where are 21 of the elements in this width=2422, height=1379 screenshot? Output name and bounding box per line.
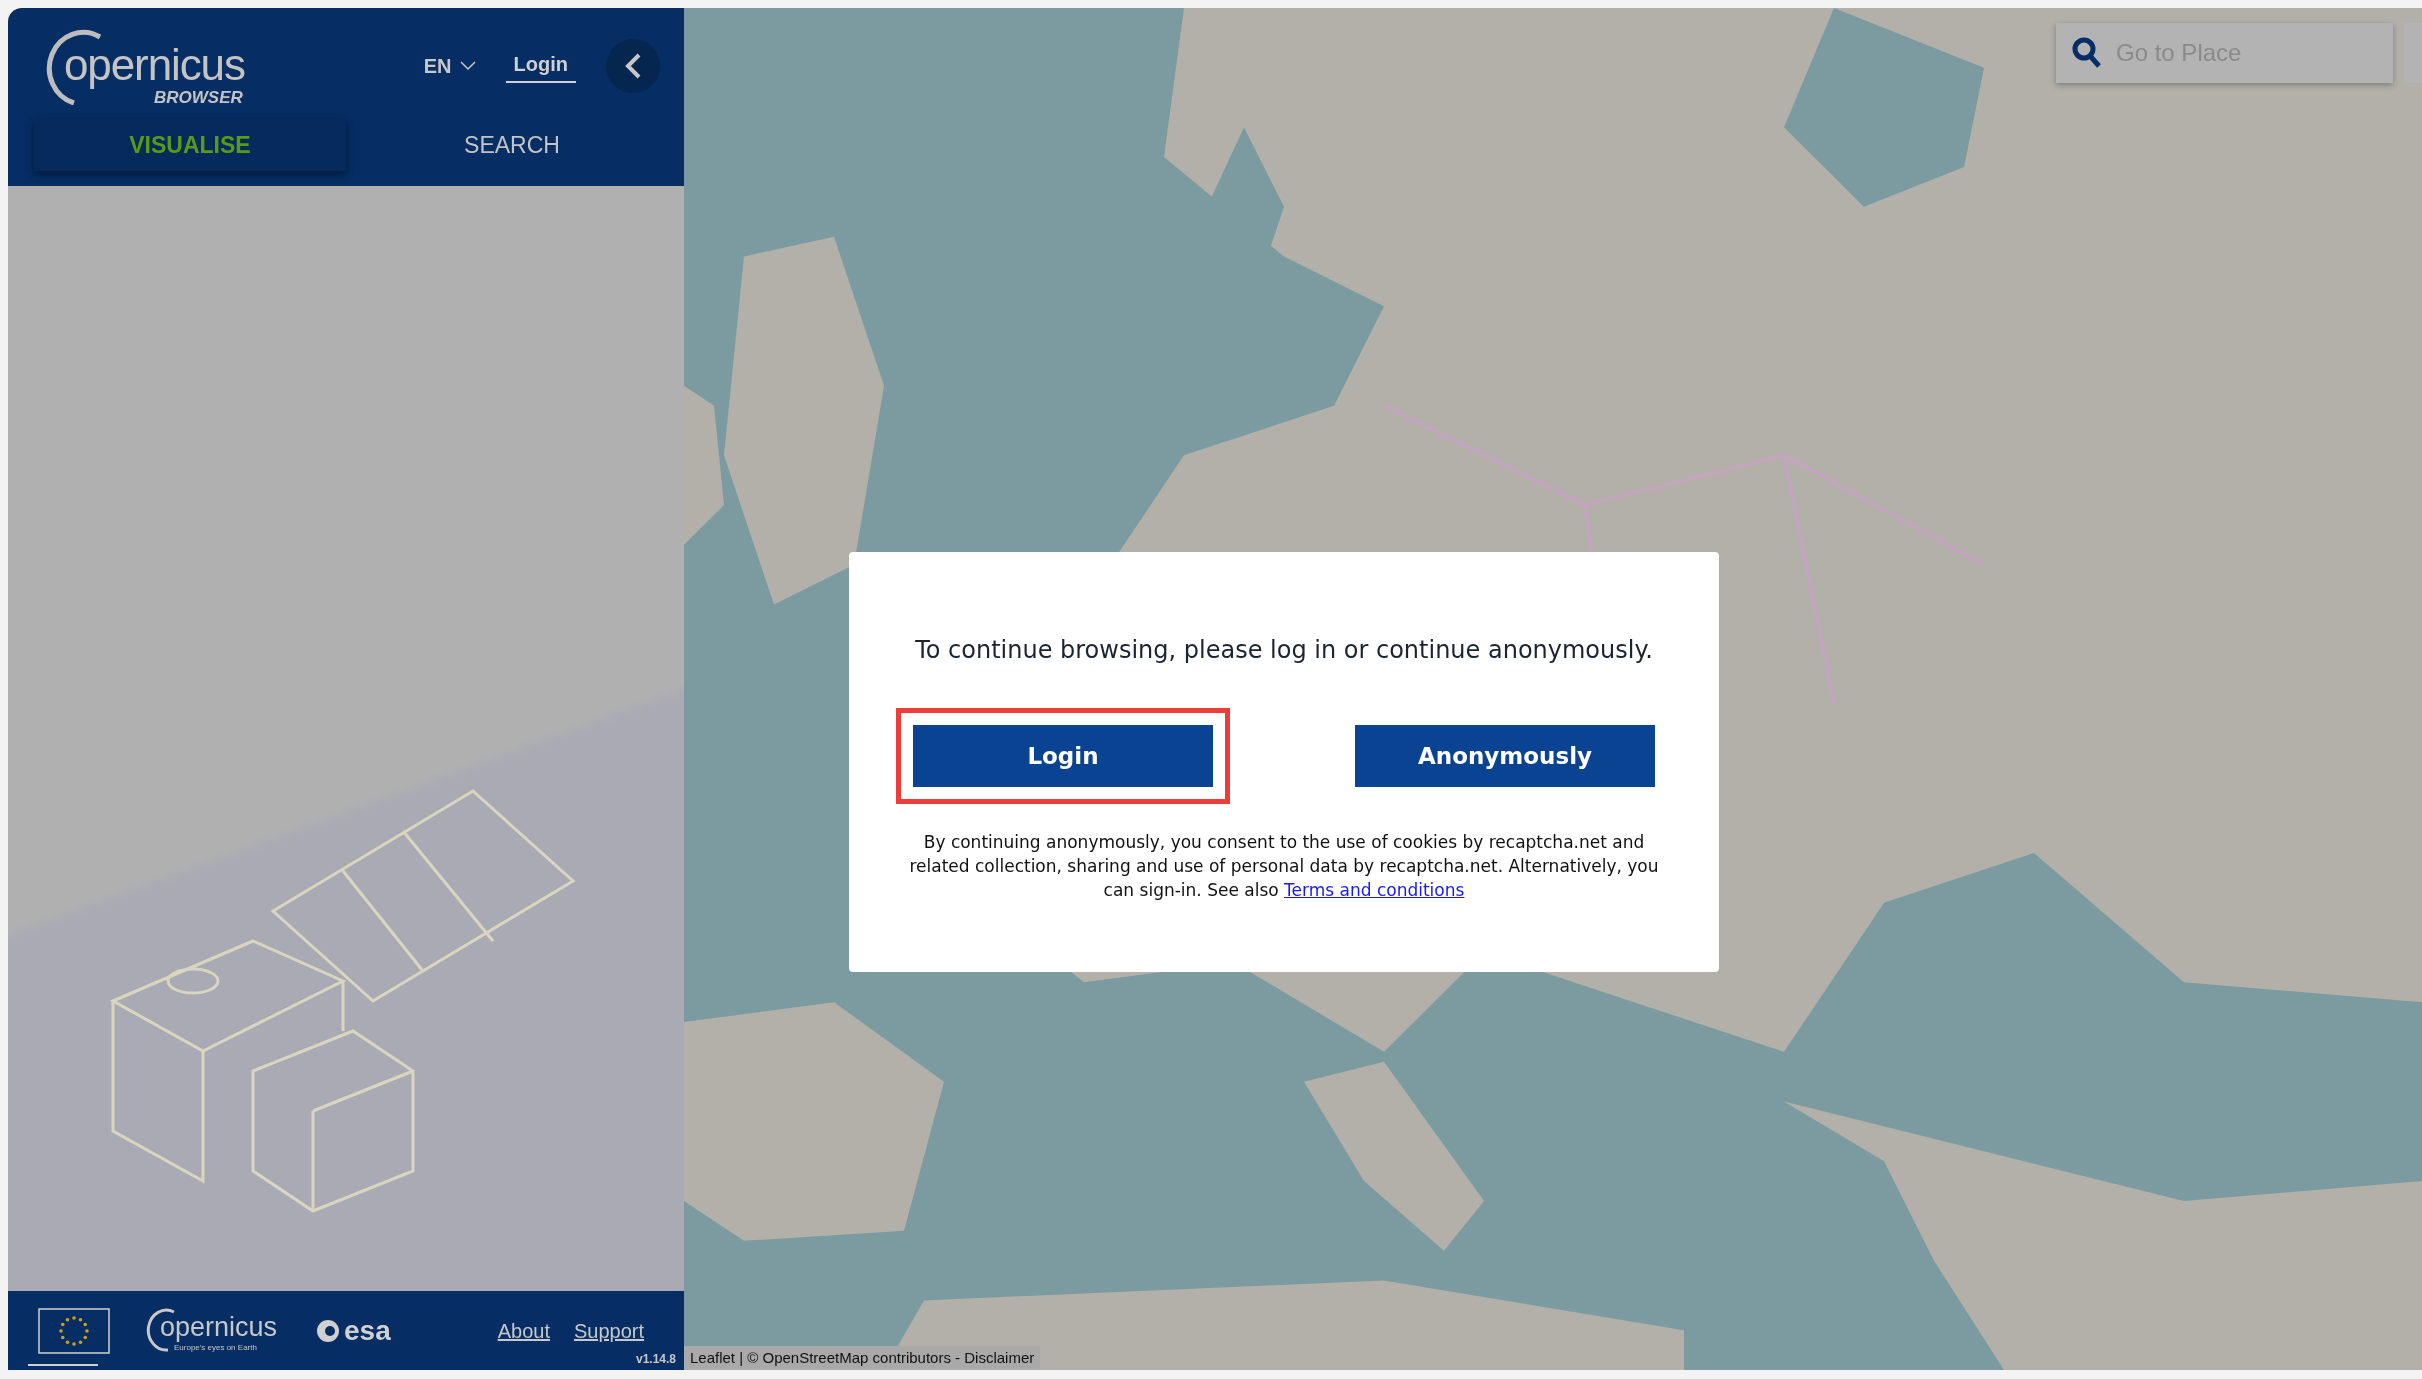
chevron-left-icon <box>625 52 641 79</box>
version-label: v1.14.8 <box>635 1351 676 1368</box>
language-select[interactable]: EN <box>423 50 476 81</box>
collapse-button[interactable] <box>606 38 660 93</box>
footer-link[interactable]: Support <box>573 1315 644 1346</box>
dialog-button[interactable]: Login <box>913 725 1213 787</box>
search-icon <box>2072 37 2102 69</box>
chevron-down-icon <box>459 60 476 71</box>
map-attribution: Leaflet | © OpenStreetMap contributors - Disclaimer <box>684 1345 1041 1370</box>
footer-link[interactable]: About <box>497 1315 550 1346</box>
terms-link[interactable]: Terms and conditions <box>1284 880 1465 900</box>
flag-icon <box>38 1307 110 1354</box>
partner-logo: opernicus Europe's eyes on Earth <box>146 1305 286 1356</box>
dialog-button[interactable]: Anonymously <box>1355 725 1655 787</box>
login-link[interactable]: Login <box>505 48 576 83</box>
consent-notice: By continuing anonymously, you consent to the use of cookies by recaptcha.net and related collection, sharing and use of personal data by recaptcha.net. Alternatively, you can sign-in. See also Terms and conditions <box>908 831 1660 902</box>
dialog-message: To continue browsing, please log in or continue anonymously. <box>915 635 1653 666</box>
tab[interactable]: SEARCH <box>356 119 668 171</box>
tab[interactable]: VISUALISE <box>34 119 346 171</box>
logo: opernicus BROWSER <box>34 20 264 111</box>
agency-logo: esa <box>316 1316 391 1345</box>
